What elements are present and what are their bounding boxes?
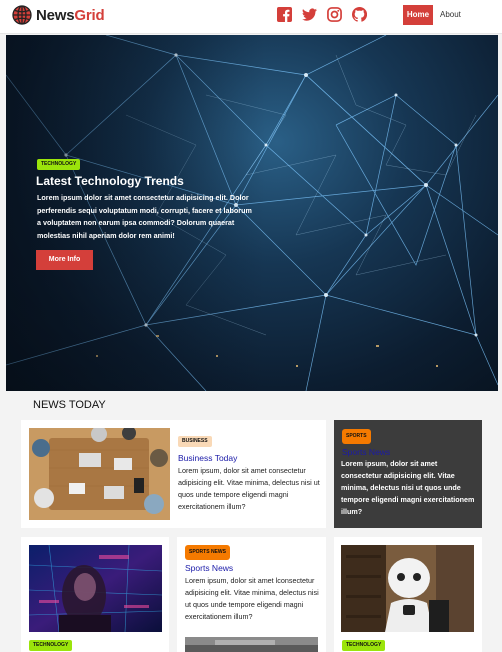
sports-news-category-badge: SPORTS NEWS	[185, 545, 230, 560]
news-card-sports-dark[interactable]: SPORTS Sports News Lorem ipsum, dolor si…	[334, 420, 482, 528]
twitter-icon[interactable]	[302, 7, 317, 22]
hero-title: Latest Technology Trends	[36, 174, 184, 188]
brand-name: NewsGrid	[36, 6, 105, 24]
sports-news-card-text: Lorem ipsum, dolor sit amet lconsectetur…	[185, 576, 319, 621]
globe-icon	[12, 5, 32, 25]
technology-category-badge-2: TECHNOLOGY	[342, 640, 386, 651]
business-category-badge: BUSINESS	[178, 436, 212, 447]
brand-logo[interactable]: NewsGrid	[12, 5, 105, 25]
business-meeting-image	[29, 428, 170, 520]
business-card-text: Lorem ipsum, dolor sit amet consectetur …	[178, 466, 320, 511]
hero-description: Lorem ipsum dolor sit amet consectetur a…	[37, 193, 252, 240]
sports-category-badge: SPORTS	[342, 429, 371, 444]
news-card-technology-2[interactable]: TECHNOLOGY	[334, 537, 482, 652]
news-card-sports-news[interactable]: SPORTS NEWS Sports News Lorem ipsum, dol…	[177, 537, 326, 652]
news-today-heading: NEWS TODAY	[33, 399, 106, 411]
instagram-icon[interactable]	[327, 7, 342, 22]
github-icon[interactable]	[352, 7, 367, 22]
facebook-icon[interactable]	[277, 7, 292, 22]
robot-image	[341, 545, 474, 632]
hero-banner: TECHNOLOGY Latest Technology Trends Lore…	[6, 35, 498, 391]
technology-category-badge-1: TECHNOLOGY	[29, 640, 73, 651]
navbar: NewsGrid Home About	[0, 0, 502, 34]
news-card-technology-1[interactable]: TECHNOLOGY	[21, 537, 169, 652]
sports-dark-card-title[interactable]: Sports News	[342, 447, 390, 457]
sports-news-card-title[interactable]: Sports News	[185, 563, 233, 573]
nav-home-link[interactable]: Home	[403, 5, 433, 25]
tech-woman-image	[29, 545, 162, 632]
sports-dark-card-text: Lorem ipsum, dolor sit amet consectetur …	[341, 459, 475, 516]
news-card-business[interactable]: BUSINESS Business Today Lorem ipsum, dol…	[21, 420, 326, 528]
sports-news-image	[185, 637, 318, 652]
more-info-button[interactable]: More Info	[36, 250, 93, 270]
hero-category-badge: TECHNOLOGY	[37, 159, 81, 170]
business-card-title[interactable]: Business Today	[178, 453, 237, 463]
nav-about-link[interactable]: About	[440, 5, 461, 25]
